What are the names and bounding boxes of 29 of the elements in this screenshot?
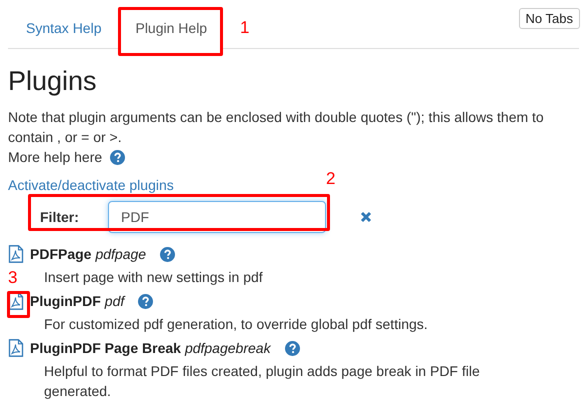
plugin-description: Helpful to format PDF files created, plugin adds page break in PDF file generated.: [44, 362, 481, 401]
help-icon[interactable]: [284, 340, 300, 356]
plugin-name: PluginPDF: [30, 292, 101, 311]
pdf-file-icon[interactable]: [8, 292, 24, 310]
close-icon[interactable]: [360, 211, 372, 223]
tab[interactable]: Syntax Help: [10, 8, 118, 49]
plugin-name: PDFPage: [30, 245, 92, 264]
note-text: Note that plugin arguments can be enclosed with double quotes ("); this allows them to contain , or = or >.: [8, 108, 545, 147]
plugin-command: pdf: [104, 292, 124, 311]
help-icon[interactable]: [138, 294, 154, 308]
pdf-file-icon[interactable]: [8, 339, 24, 357]
filter-field[interactable]: PDF: [108, 201, 326, 233]
help-icon[interactable]: [160, 246, 176, 262]
page-heading: Plugins: [8, 65, 98, 97]
annotation-number: 1: [240, 18, 250, 38]
annotation-box: [7, 291, 30, 318]
pdf-file-icon[interactable]: [8, 245, 24, 263]
activate-link[interactable]: Activate/deactivate plugins: [8, 177, 174, 193]
plugin-command: pdfpage: [95, 245, 146, 264]
plugin-command: pdfpagebreak: [184, 339, 271, 358]
filter-label: Filter:: [39, 208, 80, 226]
annotation-number: 2: [326, 169, 336, 189]
more-help-text: More help here: [8, 148, 102, 167]
annotation-number: 3: [8, 268, 18, 288]
plugin-description: For customized pdf generation, to override global pdf settings.: [44, 315, 428, 334]
help-icon[interactable]: [110, 150, 126, 164]
plugin-name: PluginPDF Page Break: [30, 339, 181, 358]
no-tabs-button[interactable]: No Tabs: [518, 8, 580, 29]
plugin-description: Insert page with new settings in pdf: [44, 268, 263, 287]
